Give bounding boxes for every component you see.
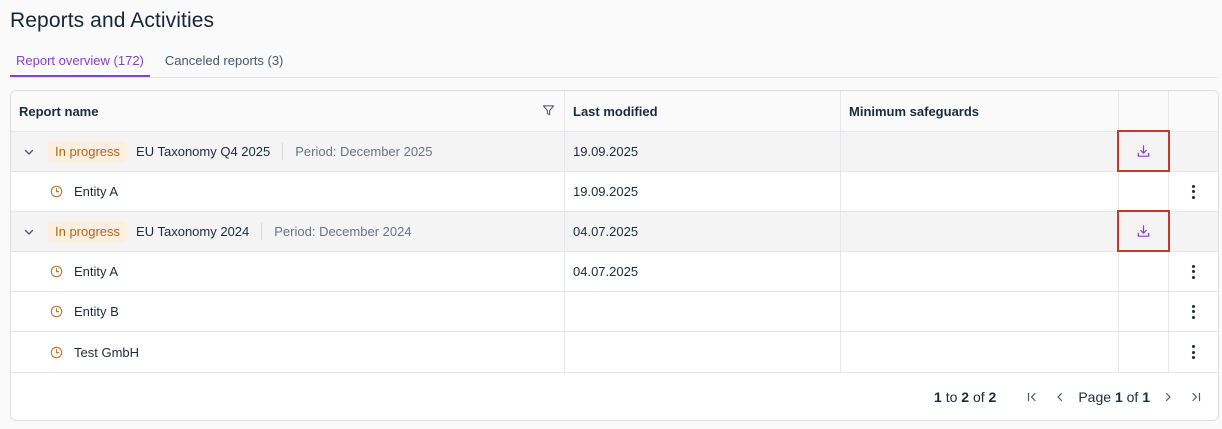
reports-table: Report name Last modified Minimum safegu… [10, 90, 1219, 421]
last-modified-cell [565, 332, 841, 372]
row-range: 1 to 2 of 2 [934, 389, 996, 405]
report-name-cell: Test GmbH [11, 332, 565, 372]
status-badge: In progress [48, 140, 128, 163]
range-to-word: to [945, 389, 958, 405]
last-modified-cell [565, 292, 841, 331]
tab-bar: Report overview (172) Canceled reports (… [10, 50, 1218, 78]
report-name-cell: Entity A [11, 172, 565, 211]
download-cell [1119, 172, 1169, 211]
clock-icon [50, 185, 63, 198]
table-header: Report name Last modified Minimum safegu… [11, 91, 1218, 132]
table-row-group[interactable]: In progress EU Taxonomy 2024 Period: Dec… [11, 210, 1218, 252]
chevron-down-icon[interactable] [22, 145, 36, 159]
table-row[interactable]: Entity A 19.09.2025 [11, 172, 1218, 212]
last-page-button[interactable] [1188, 389, 1204, 405]
tab-canceled-reports[interactable]: Canceled reports (3) [159, 50, 290, 77]
column-header-label: Last modified [573, 103, 658, 119]
minimum-safeguards-cell [841, 292, 1119, 331]
report-name-cell: Entity B [11, 292, 565, 331]
entity-name: Entity B [74, 304, 119, 319]
first-page-icon [1028, 392, 1036, 402]
filter-icon[interactable] [542, 104, 555, 117]
table-row-group[interactable]: In progress EU Taxonomy Q4 2025 Period: … [11, 130, 1218, 172]
download-button[interactable] [1117, 210, 1170, 252]
next-page-button[interactable] [1160, 389, 1176, 405]
column-header-label: Minimum safeguards [849, 103, 980, 119]
current-page: 1 [1114, 389, 1123, 405]
report-name-cell: In progress EU Taxonomy 2024 Period: Dec… [11, 212, 565, 251]
minimum-safeguards-cell [841, 212, 1119, 251]
minimum-safeguards-cell [841, 132, 1119, 171]
last-page-icon [1192, 392, 1201, 402]
column-header-menu [1169, 91, 1218, 131]
clock-icon [50, 265, 63, 278]
entity-name: Entity A [74, 184, 119, 199]
report-period: Period: December 2025 [295, 144, 433, 159]
page-title: Reports and Activities [10, 9, 215, 32]
range-from: 1 [934, 389, 942, 405]
download-icon [1137, 144, 1150, 157]
minimum-safeguards-cell [841, 332, 1119, 372]
tab-report-overview[interactable]: Report overview (172) [10, 50, 150, 77]
status-badge: In progress [48, 220, 128, 243]
range-to: 2 [961, 389, 970, 405]
more-menu-button[interactable] [1169, 332, 1218, 372]
download-cell [1119, 292, 1169, 331]
menu-cell [1169, 132, 1218, 171]
table-row[interactable]: Entity B [11, 292, 1218, 332]
total-pages: 1 [1142, 389, 1150, 405]
download-button[interactable] [1117, 130, 1170, 172]
column-header-label: Report name [19, 103, 99, 119]
report-name-cell: Entity A [11, 252, 565, 291]
minimum-safeguards-cell [841, 252, 1119, 291]
clock-icon [50, 305, 63, 318]
more-vertical-icon [1192, 184, 1196, 199]
download-cell [1119, 332, 1169, 372]
column-header-actions [1119, 91, 1169, 131]
menu-cell [1169, 212, 1218, 251]
page-indicator: Page 1 of 1 [1078, 389, 1150, 405]
chevron-down-icon[interactable] [22, 225, 36, 239]
more-menu-button[interactable] [1169, 172, 1218, 211]
last-modified-cell: 19.09.2025 [565, 132, 841, 171]
column-header-minimum-safeguards[interactable]: Minimum safeguards [841, 91, 1119, 131]
report-name: EU Taxonomy Q4 2025 [136, 143, 284, 160]
more-menu-button[interactable] [1169, 252, 1218, 291]
clock-icon [50, 346, 63, 358]
first-page-button[interactable] [1024, 389, 1040, 405]
entity-name: Entity A [74, 264, 119, 279]
more-vertical-icon [1192, 304, 1196, 319]
range-of-word: of [972, 389, 985, 405]
last-modified-cell: 04.07.2025 [565, 252, 841, 291]
more-vertical-icon [1192, 264, 1196, 279]
column-header-last-modified[interactable]: Last modified [565, 91, 841, 131]
previous-page-button[interactable] [1052, 389, 1068, 405]
range-total: 2 [988, 389, 997, 405]
table-row[interactable]: Test GmbH [11, 332, 1218, 373]
report-period: Period: December 2024 [274, 224, 412, 239]
chevron-left-icon [1057, 392, 1063, 402]
report-name-cell: In progress EU Taxonomy Q4 2025 Period: … [11, 132, 565, 171]
more-vertical-icon [1192, 345, 1196, 359]
column-header-report-name[interactable]: Report name [11, 91, 565, 131]
download-icon [1137, 224, 1150, 237]
more-menu-button[interactable] [1169, 292, 1218, 331]
report-name: EU Taxonomy 2024 [136, 223, 263, 240]
page-word: Page [1078, 389, 1112, 405]
minimum-safeguards-cell [841, 172, 1119, 211]
pagination-bar: 1 to 2 of 2 Page 1 of 1 [11, 373, 1218, 420]
last-modified-cell: 19.09.2025 [565, 172, 841, 211]
table-row[interactable]: Entity A 04.07.2025 [11, 252, 1218, 292]
entity-name: Test GmbH [74, 344, 140, 360]
download-cell [1117, 130, 1170, 172]
page-of-word: of [1126, 389, 1139, 405]
last-modified-cell: 04.07.2025 [565, 212, 841, 251]
download-cell [1119, 252, 1169, 291]
download-cell [1117, 210, 1170, 252]
chevron-right-icon [1165, 392, 1171, 402]
